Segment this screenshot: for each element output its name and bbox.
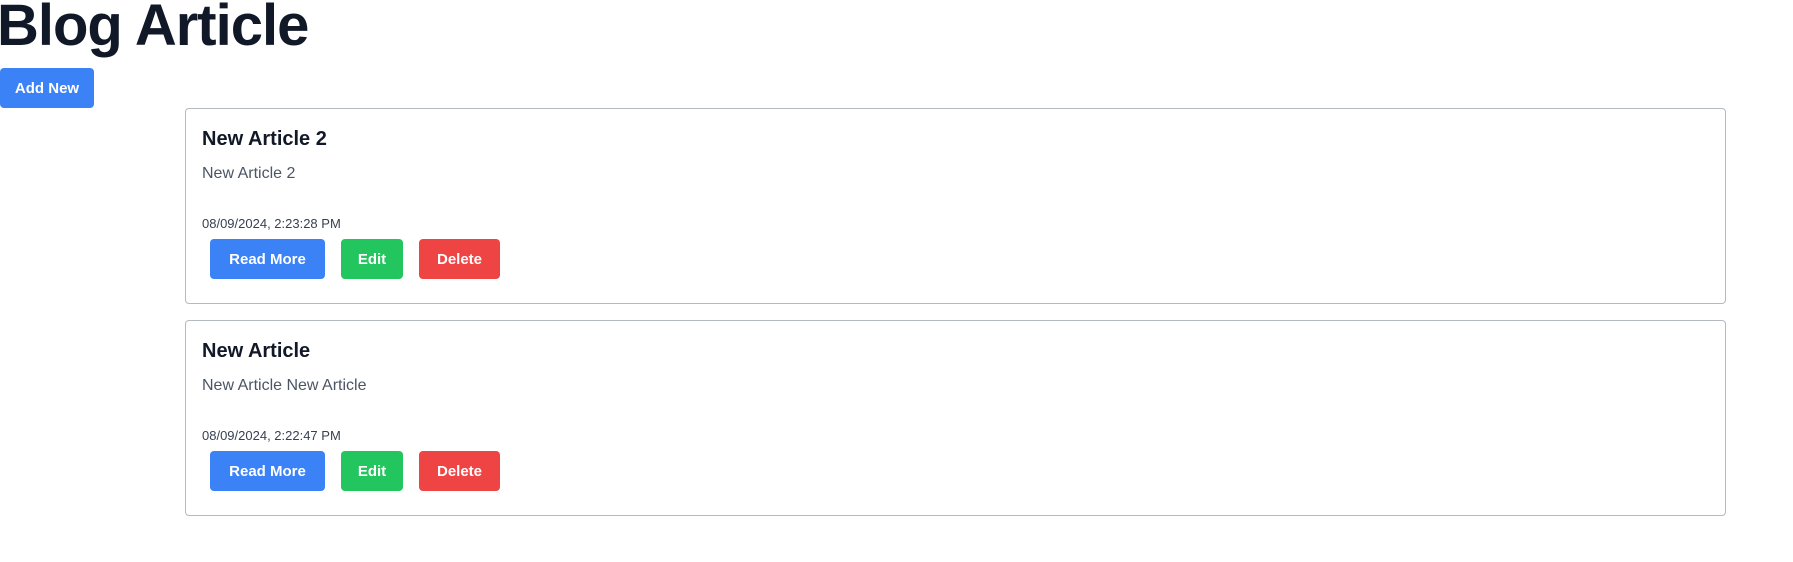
article-card: New Article 2 New Article 2 08/09/2024, … [185, 108, 1726, 304]
article-excerpt: New Article New Article [202, 377, 367, 394]
article-title: New Article 2 [202, 128, 327, 150]
page-title: Blog Article [0, 0, 309, 58]
article-title: New Article [202, 340, 311, 362]
read-more-button[interactable]: Read More [210, 451, 325, 491]
edit-button[interactable]: Edit [341, 451, 403, 491]
delete-button[interactable]: Delete [419, 451, 500, 491]
article-date: 08/09/2024, 2:23:28 PM [202, 216, 341, 231]
read-more-button[interactable]: Read More [210, 239, 325, 279]
article-actions: Read More Edit Delete [210, 451, 500, 491]
edit-button[interactable]: Edit [341, 239, 403, 279]
article-excerpt: New Article 2 [202, 165, 296, 182]
delete-button[interactable]: Delete [419, 239, 500, 279]
article-card: New Article New Article New Article 08/0… [185, 320, 1726, 516]
article-list: New Article 2 New Article 2 08/09/2024, … [185, 108, 1726, 532]
article-date: 08/09/2024, 2:22:47 PM [202, 428, 341, 443]
article-actions: Read More Edit Delete [210, 239, 500, 279]
add-new-button[interactable]: Add New [0, 68, 94, 108]
